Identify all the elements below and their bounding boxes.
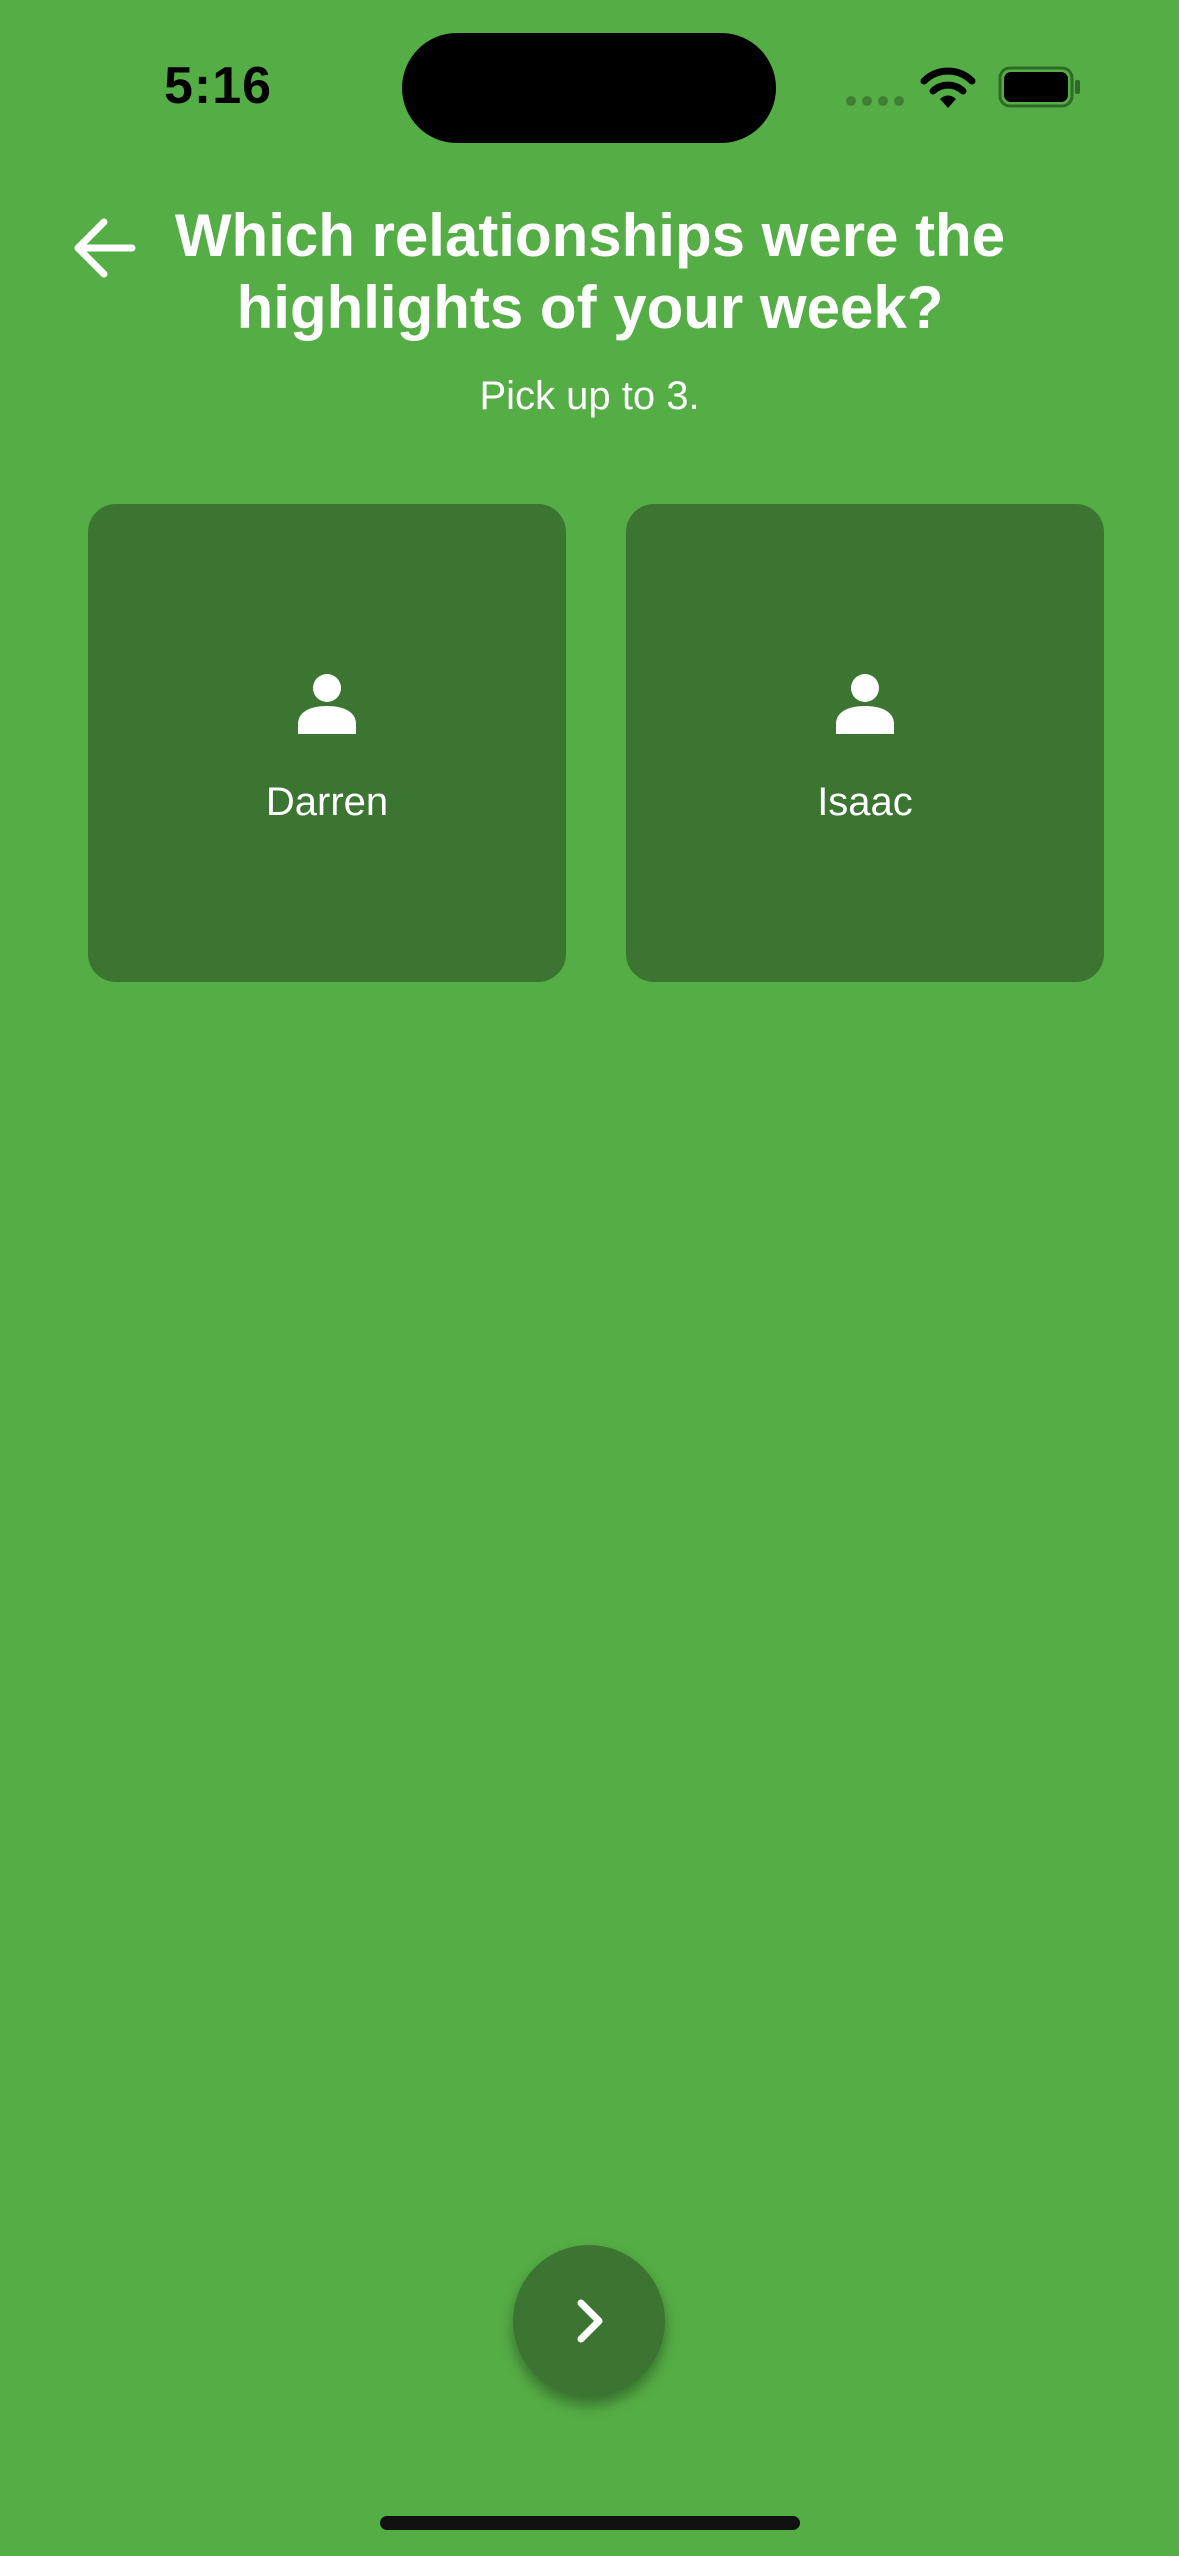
- relationship-name: Isaac: [817, 780, 913, 824]
- status-time: 5:16: [164, 57, 273, 115]
- page-title: Which relationships were the highlights …: [174, 202, 1006, 341]
- dynamic-island: [402, 33, 776, 143]
- page-subtitle: Pick up to 3.: [479, 374, 700, 418]
- person-icon: [298, 674, 356, 734]
- battery-icon: [998, 66, 1080, 108]
- relationship-card-darren[interactable]: Darren: [88, 504, 566, 982]
- signal-dots-icon: [846, 96, 904, 106]
- next-button[interactable]: [513, 2245, 665, 2397]
- wifi-icon: [920, 67, 976, 108]
- relationship-card-isaac[interactable]: Isaac: [626, 504, 1104, 982]
- person-icon: [836, 674, 894, 734]
- home-indicator[interactable]: [380, 2516, 800, 2530]
- arrow-left-icon: [74, 218, 136, 278]
- relationship-name: Darren: [265, 780, 389, 824]
- back-button[interactable]: [66, 208, 146, 288]
- chevron-right-icon: [577, 2299, 603, 2343]
